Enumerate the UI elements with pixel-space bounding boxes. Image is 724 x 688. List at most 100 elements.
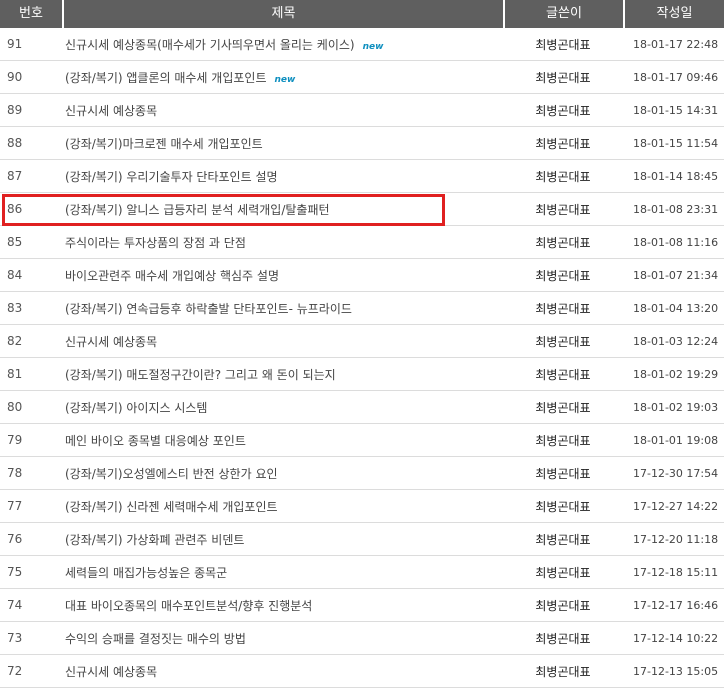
- table-row[interactable]: 72 신규시세 예상종목 최병곤대표 17-12-13 15:05: [0, 655, 724, 688]
- table-row[interactable]: 76 (강좌/복기) 가상화폐 관련주 비덴트 최병곤대표 17-12-20 11:1…: [0, 523, 724, 556]
- post-author: 최병곤대표: [535, 367, 591, 382]
- post-list-table: 번호 제목 글쓴이 작성일 91 신규시세 예상종목(매수세가 기사띄우면서 올리…: [0, 0, 724, 688]
- table-row[interactable]: 82 신규시세 예상종목 최병곤대표 18-01-03 12:24: [0, 325, 724, 358]
- post-date: 18-01-15 11:54: [633, 136, 719, 150]
- post-number: 85: [7, 235, 23, 249]
- post-number: 75: [7, 565, 23, 579]
- table-row[interactable]: 86 (강좌/복기) 알니스 급등자리 분석 세력개입/탈출패턴 최병곤대표 18-0…: [0, 193, 724, 226]
- post-date: 17-12-17 16:46: [633, 598, 719, 612]
- post-title-cell: (강좌/복기) 우리기술투자 단타포인트 설명: [62, 168, 503, 185]
- post-title-cell: 신규시세 예상종목: [62, 102, 503, 119]
- post-title-link[interactable]: (강좌/복기) 신라젠 세력매수세 개입포인트: [65, 500, 278, 514]
- post-date: 18-01-08 23:31: [633, 202, 719, 216]
- post-title-cell: 메인 바이오 종목별 대응예상 포인트: [62, 432, 503, 449]
- table-row[interactable]: 77 (강좌/복기) 신라젠 세력매수세 개입포인트 최병곤대표 17-12-27 1…: [0, 490, 724, 523]
- post-title-cell: 신규시세 예상종목: [62, 333, 503, 350]
- table-row[interactable]: 73 수익의 승패를 결정짓는 매수의 방법 최병곤대표 17-12-14 10:22: [0, 622, 724, 655]
- post-title-link[interactable]: 신규시세 예상종목(매수세가 기사띄우면서 올리는 케이스): [65, 38, 355, 52]
- table-row[interactable]: 79 메인 바이오 종목별 대응예상 포인트 최병곤대표 18-01-01 19:08: [0, 424, 724, 457]
- post-author: 최병곤대표: [535, 466, 591, 481]
- post-title-cell: (강좌/복기) 아이지스 시스템: [62, 399, 503, 416]
- post-date: 17-12-18 15:11: [633, 565, 719, 579]
- post-author: 최병곤대표: [535, 400, 591, 415]
- post-date: 18-01-14 18:45: [633, 169, 719, 183]
- post-author: 최병곤대표: [535, 268, 591, 283]
- post-author: 최병곤대표: [535, 433, 591, 448]
- post-author: 최병곤대표: [535, 136, 591, 151]
- table-header: 번호 제목 글쓴이 작성일: [0, 0, 724, 28]
- post-title-link[interactable]: 수익의 승패를 결정짓는 매수의 방법: [65, 632, 246, 646]
- post-title-link[interactable]: 신규시세 예상종목: [65, 104, 157, 118]
- table-row[interactable]: 87 (강좌/복기) 우리기술투자 단타포인트 설명 최병곤대표 18-01-14 1…: [0, 160, 724, 193]
- table-row[interactable]: 85 주식이라는 투자상품의 장점 과 단점 최병곤대표 18-01-08 11:16: [0, 226, 724, 259]
- post-date: 17-12-13 15:05: [633, 664, 719, 678]
- post-title-link[interactable]: 신규시세 예상종목: [65, 665, 157, 679]
- post-number: 82: [7, 334, 23, 348]
- post-title-link[interactable]: 세력들의 매집가능성높은 종목군: [65, 566, 227, 580]
- post-title-cell: (강좌/복기) 매도절정구간이란? 그리고 왜 돈이 되는지: [62, 366, 503, 383]
- table-row[interactable]: 90 (강좌/복기) 앱클론의 매수세 개입포인트 new 최병곤대표 18-01-17…: [0, 61, 724, 94]
- post-title-link[interactable]: 주식이라는 투자상품의 장점 과 단점: [65, 236, 246, 250]
- table-row[interactable]: 74 대표 바이오종목의 매수포인트분석/향후 진행분석 최병곤대표 17-12-17…: [0, 589, 724, 622]
- table-row[interactable]: 84 바이오관련주 매수세 개입예상 핵심주 설명 최병곤대표 18-01-07 21…: [0, 259, 724, 292]
- post-author: 최병곤대표: [535, 37, 591, 52]
- post-title-link[interactable]: (강좌/복기) 앱클론의 매수세 개입포인트: [65, 71, 267, 85]
- post-title-link[interactable]: (강좌/복기) 매도절정구간이란? 그리고 왜 돈이 되는지: [65, 368, 336, 382]
- table-row[interactable]: 75 세력들의 매집가능성높은 종목군 최병곤대표 17-12-18 15:11: [0, 556, 724, 589]
- post-number: 78: [7, 466, 23, 480]
- table-row[interactable]: 89 신규시세 예상종목 최병곤대표 18-01-15 14:31: [0, 94, 724, 127]
- post-author: 최병곤대표: [535, 598, 591, 613]
- post-title-link[interactable]: 대표 바이오종목의 매수포인트분석/향후 진행분석: [65, 599, 312, 613]
- post-title-link[interactable]: 메인 바이오 종목별 대응예상 포인트: [65, 434, 246, 448]
- post-title-cell: (강좌/복기) 알니스 급등자리 분석 세력개입/탈출패턴: [62, 201, 503, 218]
- post-title-link[interactable]: (강좌/복기) 아이지스 시스템: [65, 401, 207, 415]
- post-author: 최병곤대표: [535, 169, 591, 184]
- post-date: 17-12-20 11:18: [633, 532, 719, 546]
- post-number: 81: [7, 367, 23, 381]
- header-number: 번호: [19, 6, 43, 21]
- post-date: 18-01-07 21:34: [633, 268, 719, 282]
- post-title-cell: (강좌/복기)오성엘에스티 반전 상한가 요인: [62, 465, 503, 482]
- table-body: 91 신규시세 예상종목(매수세가 기사띄우면서 올리는 케이스) new 최병곤대표…: [0, 28, 724, 688]
- post-title-cell: (강좌/복기) 연속급등후 하락출발 단타포인트- 뉴프라이드: [62, 300, 503, 317]
- post-title-link[interactable]: (강좌/복기) 우리기술투자 단타포인트 설명: [65, 170, 278, 184]
- post-title-cell: (강좌/복기)마크로젠 매수세 개입포인트: [62, 135, 503, 152]
- header-title: 제목: [62, 0, 503, 28]
- post-author: 최병곤대표: [535, 301, 591, 316]
- post-author: 최병곤대표: [535, 103, 591, 118]
- table-row[interactable]: 91 신규시세 예상종목(매수세가 기사띄우면서 올리는 케이스) new 최병곤대표…: [0, 28, 724, 61]
- post-title-cell: 신규시세 예상종목(매수세가 기사띄우면서 올리는 케이스) new: [62, 36, 503, 53]
- post-date: 18-01-01 19:08: [633, 433, 719, 447]
- post-number: 84: [7, 268, 23, 282]
- table-row[interactable]: 78 (강좌/복기)오성엘에스티 반전 상한가 요인 최병곤대표 17-12-30 1…: [0, 457, 724, 490]
- post-number: 73: [7, 631, 23, 645]
- post-number: 86: [7, 202, 23, 216]
- post-date: 18-01-15 14:31: [633, 103, 719, 117]
- post-date: 18-01-03 12:24: [633, 334, 719, 348]
- post-date: 17-12-27 14:22: [633, 499, 719, 513]
- post-title-link[interactable]: (강좌/복기) 연속급등후 하락출발 단타포인트- 뉴프라이드: [65, 302, 352, 316]
- post-author: 최병곤대표: [535, 565, 591, 580]
- post-date: 18-01-02 19:03: [633, 400, 719, 414]
- post-title-link[interactable]: (강좌/복기)마크로젠 매수세 개입포인트: [65, 137, 263, 151]
- new-badge: new: [274, 74, 296, 85]
- table-row[interactable]: 88 (강좌/복기)마크로젠 매수세 개입포인트 최병곤대표 18-01-15 11:…: [0, 127, 724, 160]
- post-title-cell: 바이오관련주 매수세 개입예상 핵심주 설명: [62, 267, 503, 284]
- post-number: 77: [7, 499, 23, 513]
- post-title-link[interactable]: 신규시세 예상종목: [65, 335, 157, 349]
- table-row[interactable]: 81 (강좌/복기) 매도절정구간이란? 그리고 왜 돈이 되는지 최병곤대표 18-…: [0, 358, 724, 391]
- post-title-cell: 신규시세 예상종목: [62, 663, 503, 680]
- post-date: 18-01-02 19:29: [633, 367, 719, 381]
- post-number: 72: [7, 664, 23, 678]
- post-number: 87: [7, 169, 23, 183]
- post-title-link[interactable]: (강좌/복기) 알니스 급등자리 분석 세력개입/탈출패턴: [65, 203, 330, 217]
- post-number: 74: [7, 598, 23, 612]
- post-number: 91: [7, 37, 23, 51]
- table-row[interactable]: 83 (강좌/복기) 연속급등후 하락출발 단타포인트- 뉴프라이드 최병곤대표 18…: [0, 292, 724, 325]
- post-title-cell: 주식이라는 투자상품의 장점 과 단점: [62, 234, 503, 251]
- post-title-link[interactable]: 바이오관련주 매수세 개입예상 핵심주 설명: [65, 269, 279, 283]
- post-title-link[interactable]: (강좌/복기) 가상화폐 관련주 비덴트: [65, 533, 244, 547]
- post-title-cell: 대표 바이오종목의 매수포인트분석/향후 진행분석: [62, 597, 503, 614]
- post-title-link[interactable]: (강좌/복기)오성엘에스티 반전 상한가 요인: [65, 467, 278, 481]
- table-row[interactable]: 80 (강좌/복기) 아이지스 시스템 최병곤대표 18-01-02 19:03: [0, 391, 724, 424]
